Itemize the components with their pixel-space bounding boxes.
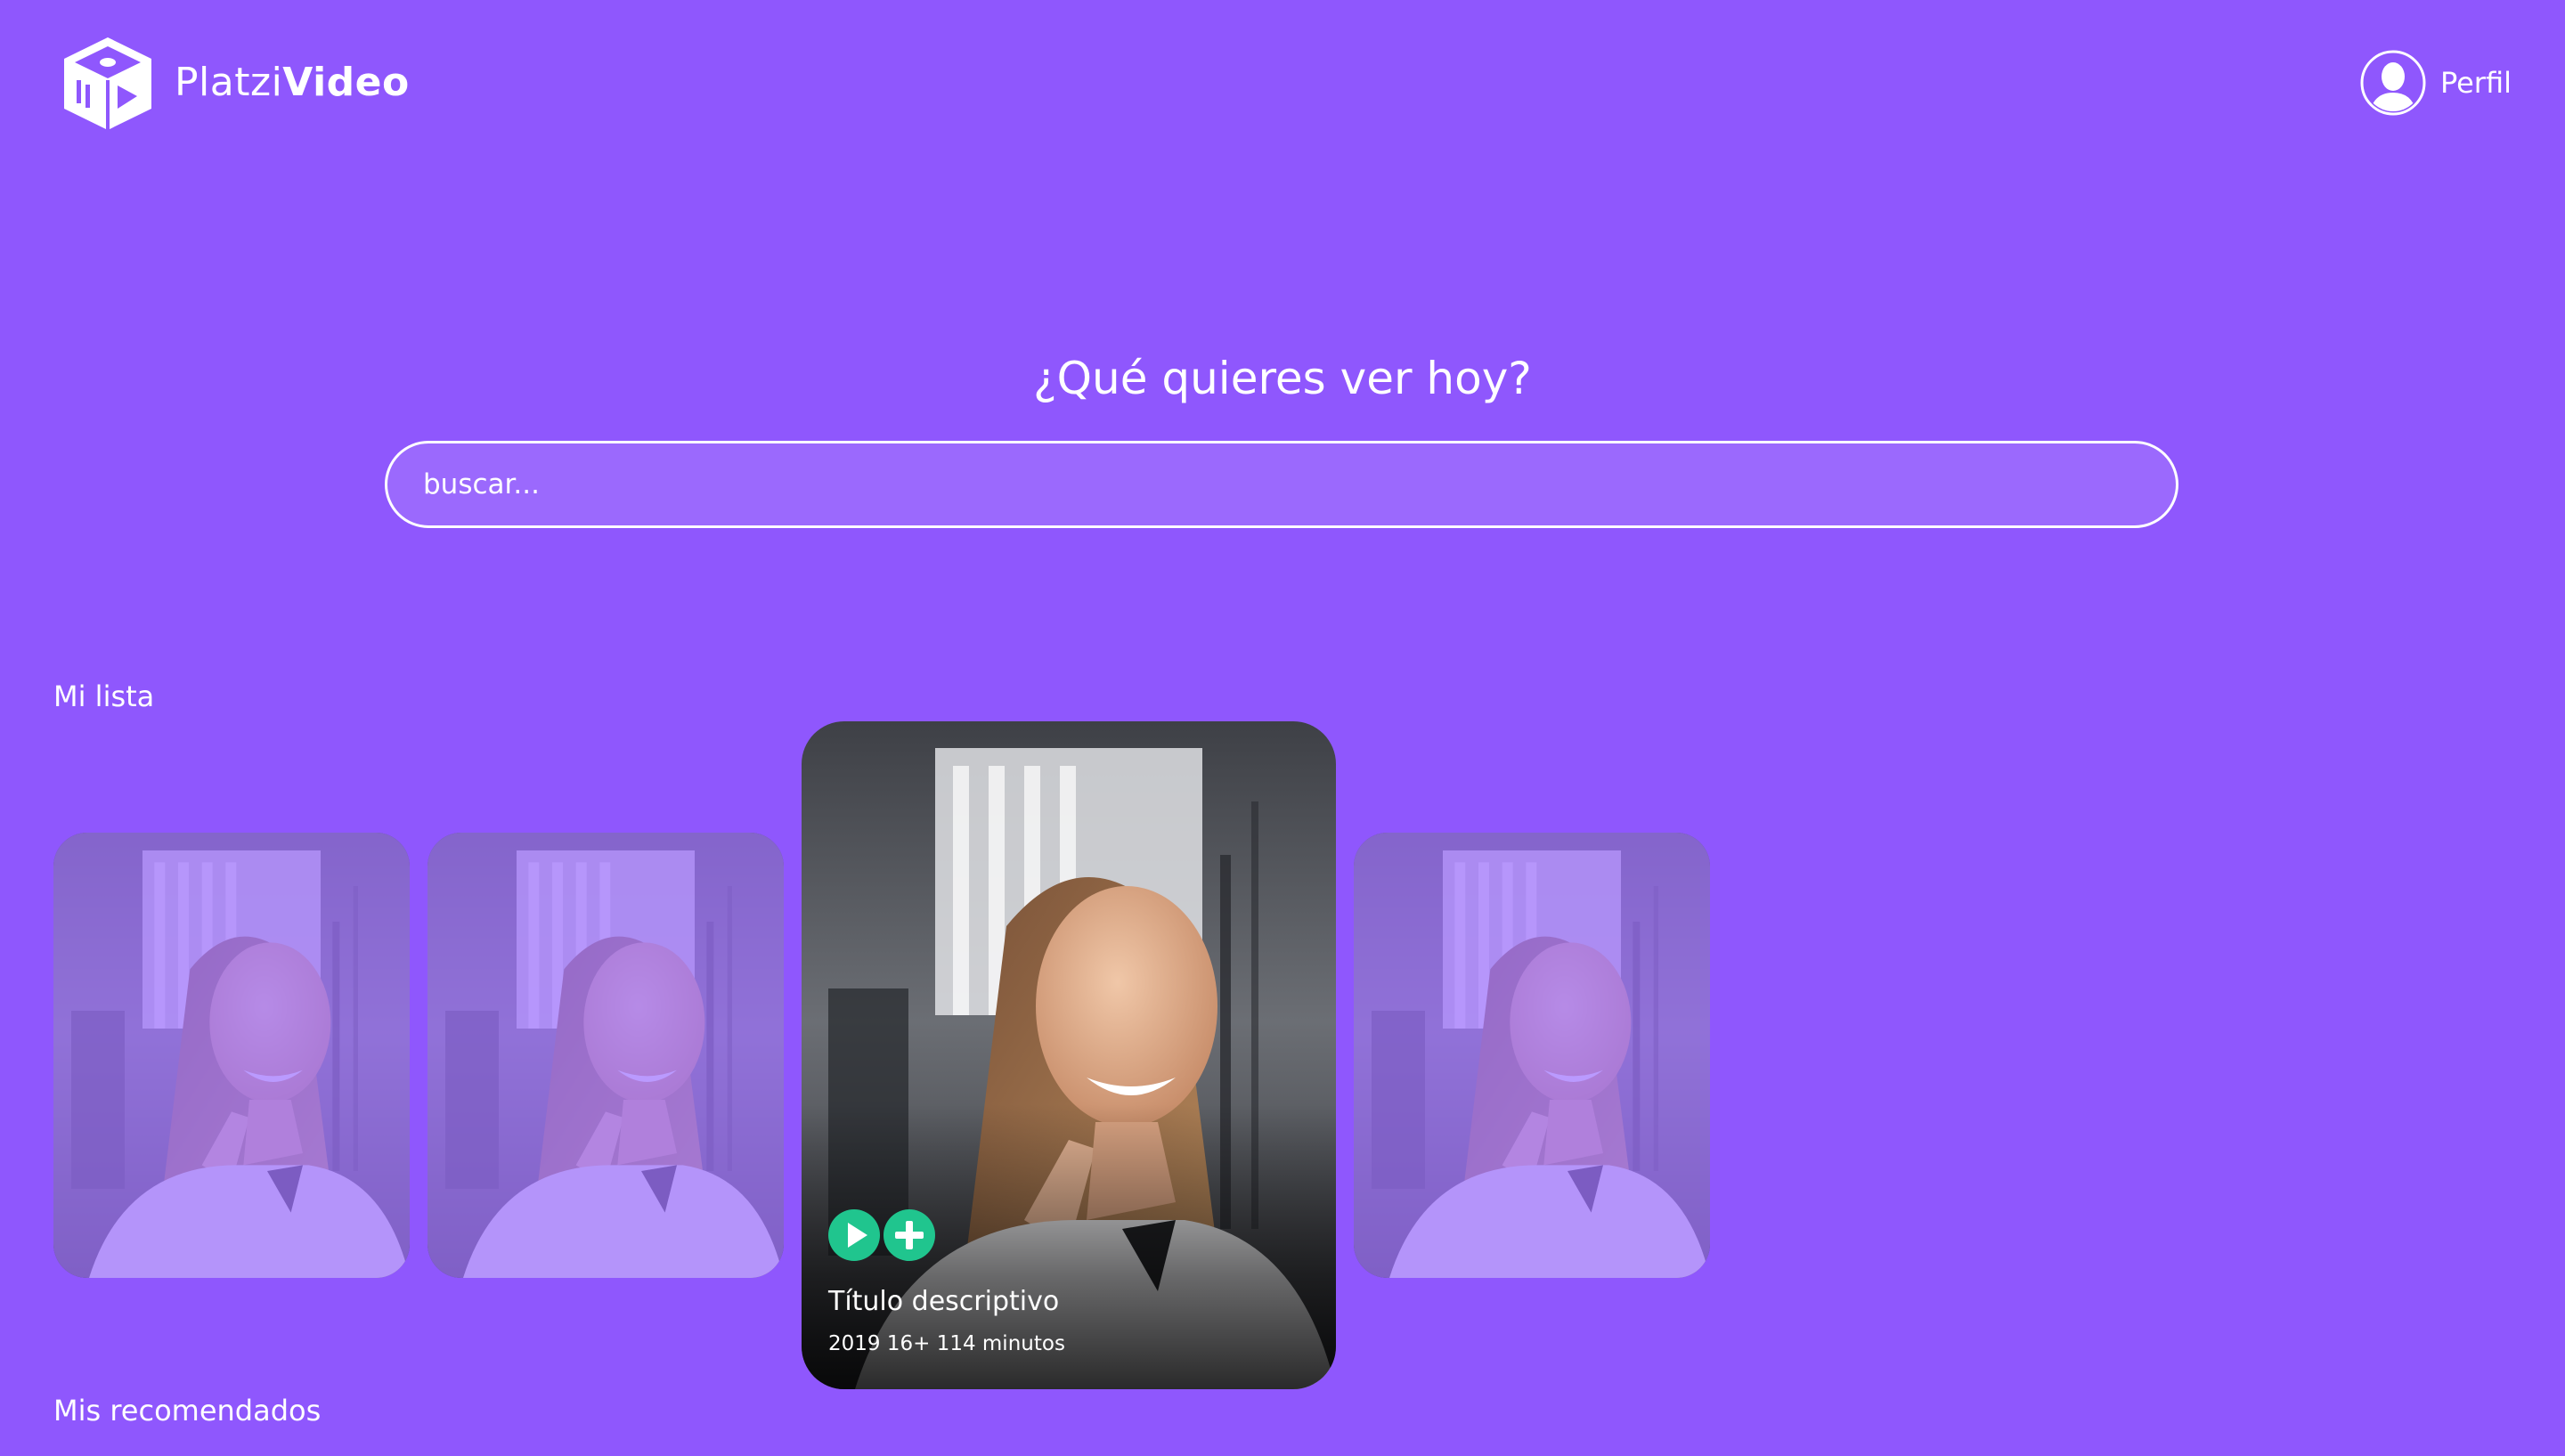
profile-menu[interactable]: Perfil bbox=[2360, 48, 2512, 118]
carousel-item[interactable] bbox=[1354, 833, 1710, 1278]
carousel-item-details: Título descriptivo 2019 16+ 114 minutos bbox=[828, 1209, 1309, 1357]
carousel-item-overlay bbox=[53, 833, 410, 1278]
carousel-item[interactable] bbox=[53, 833, 410, 1278]
carousel-item-meta: 2019 16+ 114 minutos bbox=[828, 1332, 1065, 1355]
carousel-item-actions bbox=[828, 1209, 1309, 1261]
plus-icon[interactable] bbox=[884, 1209, 935, 1261]
search-input[interactable] bbox=[387, 443, 2176, 525]
user-avatar-icon bbox=[2360, 50, 2426, 116]
search-bar bbox=[385, 441, 2178, 528]
section-title-recommended: Mis recomendados bbox=[53, 1394, 322, 1428]
section-title-my-list: Mi lista bbox=[53, 679, 155, 713]
carousel-item-title: Título descriptivo bbox=[828, 1286, 1060, 1317]
carousel-item-overlay bbox=[1354, 833, 1710, 1278]
platzivideo-cube-logo-icon bbox=[64, 37, 151, 130]
top-header: PlatziVideo Perfil bbox=[0, 0, 2565, 169]
app-window: PlatziVideo Perfil ¿Qué quieres ver hoy?… bbox=[0, 0, 2565, 1456]
carousel-item-featured[interactable]: Título descriptivo 2019 16+ 114 minutos bbox=[802, 721, 1336, 1389]
brand-name-bold: Video bbox=[282, 60, 410, 105]
brand-name-light: Platzi bbox=[175, 60, 283, 105]
hero-title: ¿Qué quieres ver hoy? bbox=[1033, 353, 1532, 404]
profile-label: Perfil bbox=[2439, 66, 2512, 100]
carousel-item[interactable] bbox=[428, 833, 784, 1278]
brand-logo[interactable]: PlatziVideo bbox=[59, 34, 410, 132]
carousel-item-overlay bbox=[428, 833, 784, 1278]
brand-name: PlatziVideo bbox=[175, 63, 410, 102]
play-icon[interactable] bbox=[828, 1209, 880, 1261]
